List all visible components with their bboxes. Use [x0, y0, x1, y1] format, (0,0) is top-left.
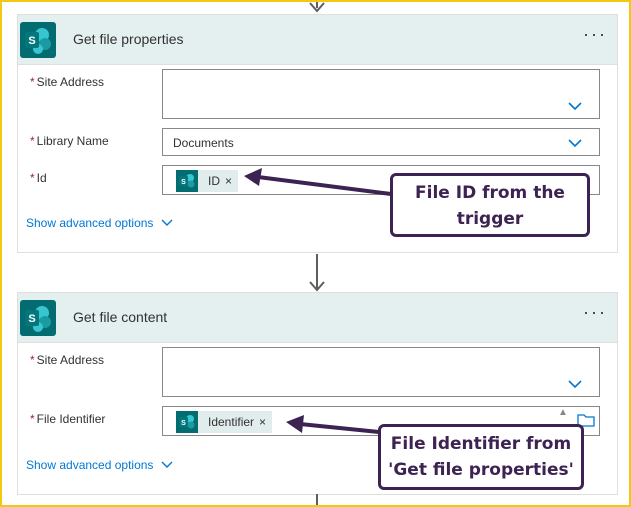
annotation-arrow-1-head: [244, 168, 262, 186]
callout-file-identifier: File Identifier from 'Get file propertie…: [378, 424, 584, 490]
callout-line-1: File Identifier from: [390, 434, 572, 454]
annotation-arrow-1: [257, 175, 392, 196]
callout-line-1: File ID from the: [415, 183, 565, 203]
callout-file-id: File ID from the trigger: [390, 173, 590, 237]
annotation-arrow-2: [299, 422, 380, 434]
callout-line-2: 'Get file properties': [388, 460, 574, 480]
annotation-arrow-2-head: [286, 415, 304, 433]
callout-line-2: trigger: [456, 209, 524, 229]
